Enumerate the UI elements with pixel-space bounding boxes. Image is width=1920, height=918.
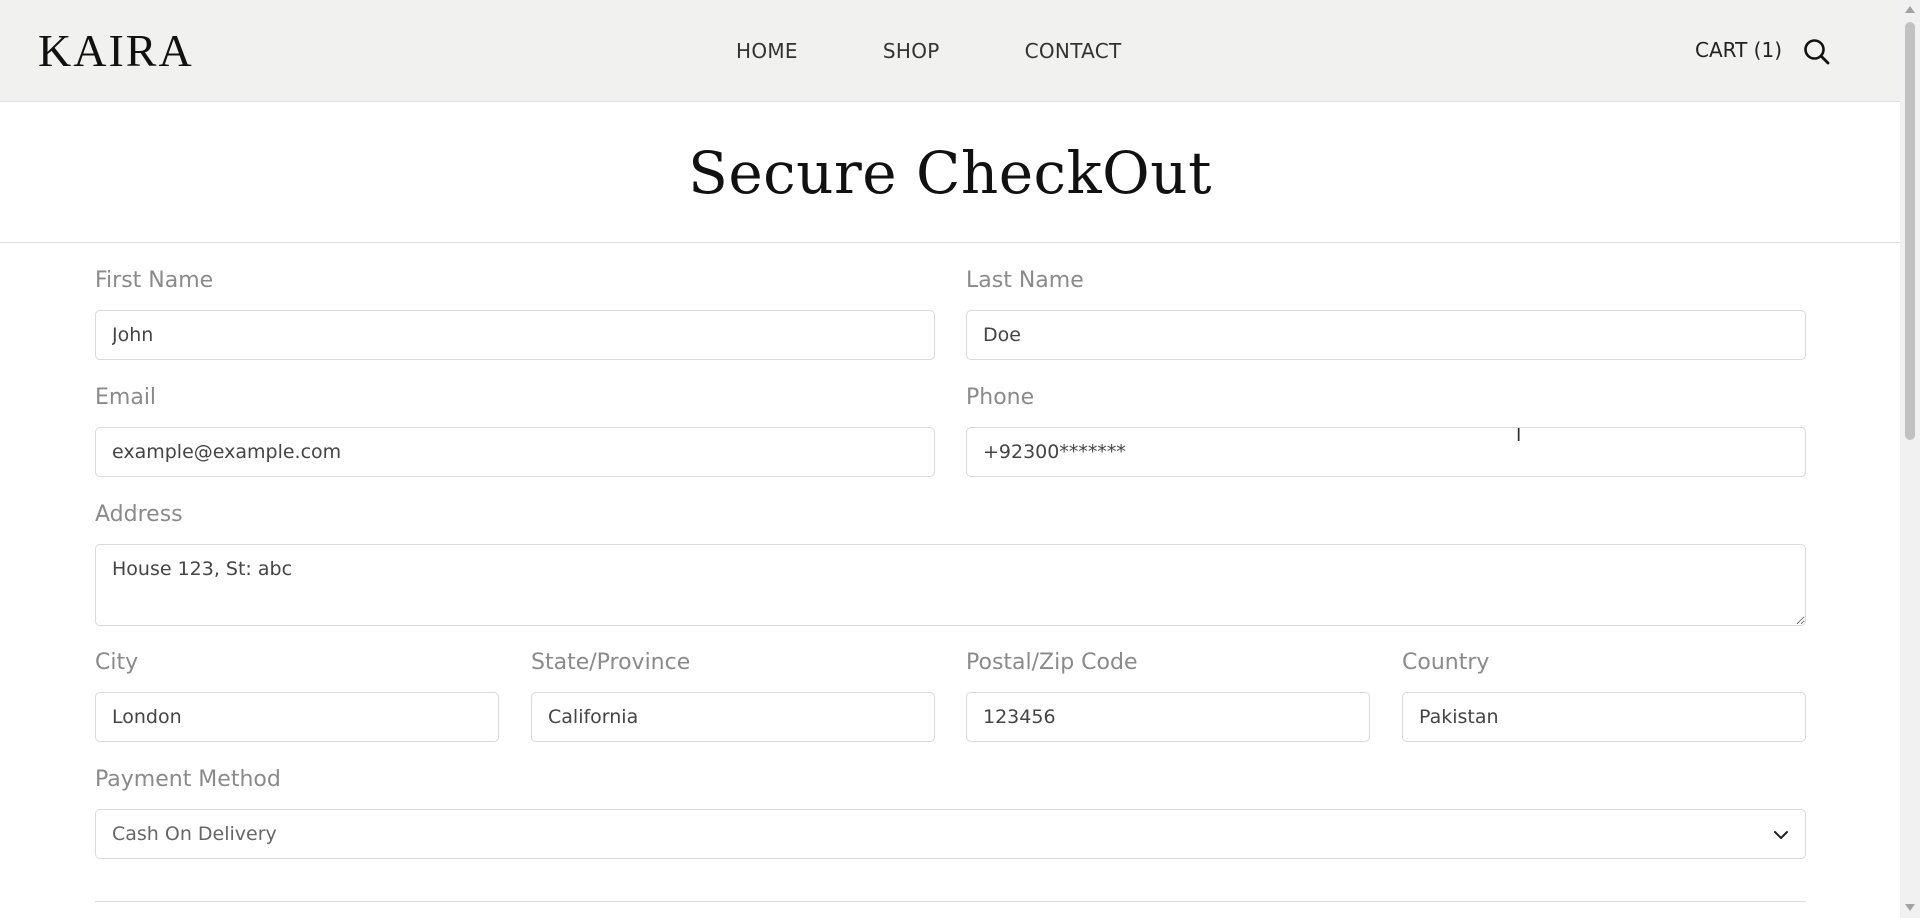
state-label: State/Province [531, 650, 691, 675]
phone-label: Phone [966, 385, 1035, 410]
last-name-label: Last Name [966, 268, 1084, 293]
nav-shop[interactable]: SHOP [883, 38, 940, 64]
postal-input[interactable] [966, 692, 1370, 742]
scroll-up-arrow-icon[interactable] [1905, 6, 1915, 13]
page-scrollbar[interactable] [1900, 0, 1920, 918]
country-label: Country [1402, 650, 1490, 675]
email-label: Email [95, 385, 157, 410]
search-icon[interactable] [1802, 37, 1832, 67]
scrollbar-thumb[interactable] [1905, 22, 1915, 440]
main-nav: HOME SHOP CONTACT [736, 38, 1122, 64]
address-textarea[interactable]: House 123, St: abc [95, 544, 1806, 626]
city-input[interactable] [95, 692, 499, 742]
payment-method-label: Payment Method [95, 767, 281, 792]
site-logo[interactable]: KAIRA [38, 26, 194, 76]
site-header: KAIRA HOME SHOP CONTACT CART (1) [0, 0, 1900, 102]
chevron-down-icon [1773, 825, 1789, 844]
state-input[interactable] [531, 692, 935, 742]
address-label: Address [95, 502, 183, 527]
last-name-input[interactable] [966, 310, 1806, 360]
scroll-down-arrow-icon[interactable] [1905, 904, 1915, 911]
title-section: Secure CheckOut [0, 103, 1900, 243]
first-name-input[interactable] [95, 310, 935, 360]
text-cursor-icon: Ι [1516, 425, 1522, 446]
nav-contact[interactable]: CONTACT [1025, 38, 1122, 64]
payment-method-select[interactable]: Cash On Delivery [95, 809, 1806, 859]
city-label: City [95, 650, 139, 675]
payment-method-value: Cash On Delivery [112, 823, 277, 845]
phone-input[interactable] [966, 427, 1806, 477]
country-input[interactable] [1402, 692, 1806, 742]
first-name-label: First Name [95, 268, 214, 293]
nav-home[interactable]: HOME [736, 38, 798, 64]
cart-link[interactable]: CART (1) [1695, 37, 1782, 63]
page-title: Secure CheckOut [688, 139, 1212, 207]
form-divider [95, 901, 1806, 902]
email-input[interactable] [95, 427, 935, 477]
postal-label: Postal/Zip Code [966, 650, 1138, 675]
